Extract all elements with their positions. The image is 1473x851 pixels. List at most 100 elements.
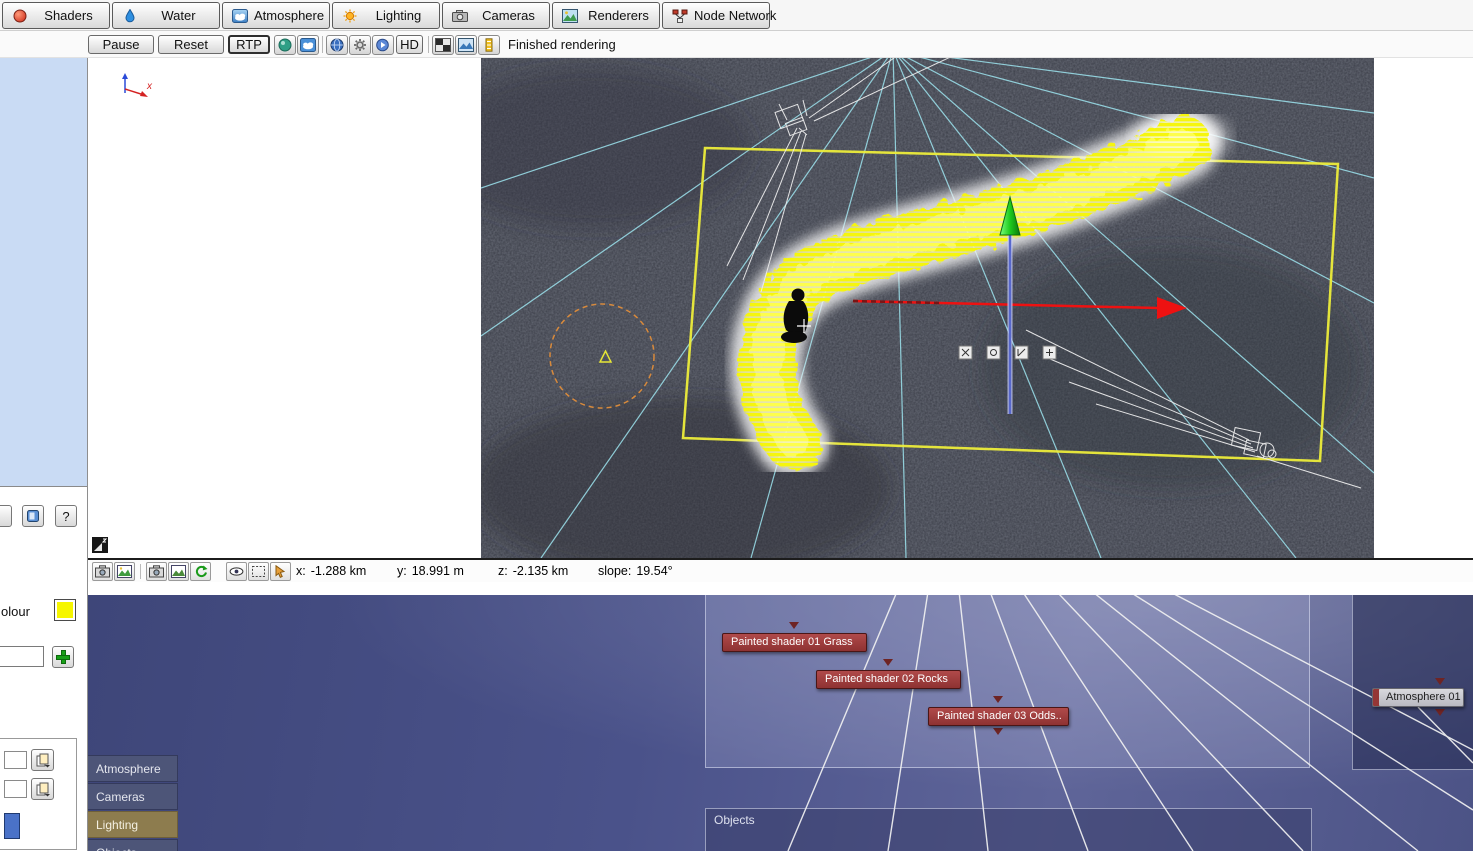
coord-value: 19.54° — [636, 564, 673, 578]
add-button[interactable] — [52, 646, 74, 668]
left-sidebar: ? olour — [0, 58, 88, 851]
shader-sphere-icon — [11, 8, 28, 23]
top-tab-bar: Shaders Water Atmosphere Lighting Camera… — [0, 0, 1473, 31]
node-network-panel[interactable]: Objects Painted shader 01 Grass Painted … — [88, 595, 1473, 851]
tab-label: Shaders — [44, 8, 93, 23]
water-drop-icon — [121, 8, 138, 23]
colour-label: olour — [1, 604, 30, 619]
atmosphere-group-box[interactable] — [1352, 595, 1473, 770]
refresh-view-button[interactable] — [190, 562, 211, 581]
coord-value: -1.288 km — [310, 564, 367, 578]
checker-detail-button[interactable] — [432, 35, 454, 55]
node-connector-triangle[interactable] — [993, 728, 1003, 735]
node-connector-triangle[interactable] — [1435, 678, 1445, 685]
3d-preview-pane[interactable]: x — [88, 58, 1473, 558]
cursor-pick-button[interactable] — [270, 562, 291, 581]
cloud-icon — [231, 8, 248, 23]
help-button[interactable]: ? — [55, 505, 77, 527]
render-toolbar: Pause Reset RTP HD Finished rendering — [0, 31, 1473, 58]
coordinate-y: y: 18.991 m — [397, 564, 464, 578]
tab-renderers[interactable]: Renderers — [552, 2, 660, 29]
value-input[interactable] — [0, 646, 44, 667]
plus-icon — [57, 651, 69, 663]
render-image-button[interactable] — [114, 562, 135, 581]
assign-shader-button[interactable] — [31, 778, 54, 800]
eye-visibility-button[interactable] — [226, 562, 247, 581]
axis-toggle-icon[interactable] — [92, 537, 108, 553]
node-connector-triangle[interactable] — [1435, 709, 1445, 716]
viewport-axis-gizmo: x — [122, 73, 153, 97]
tab-label: Water — [161, 8, 196, 23]
coord-label: slope: — [598, 564, 632, 578]
axis-x-label: x — [146, 81, 153, 92]
hd-button[interactable]: HD — [396, 35, 423, 54]
preview-sphere-button[interactable] — [274, 35, 296, 55]
statusbar-separator — [140, 564, 141, 579]
preview-atmosphere-button[interactable] — [297, 35, 319, 55]
node-graph-icon — [671, 8, 688, 23]
slot-input[interactable] — [4, 780, 27, 798]
quality-gauge-button[interactable] — [478, 35, 500, 55]
tab-label: Atmosphere — [254, 8, 325, 23]
tab-water[interactable]: Water — [112, 2, 220, 29]
colour-slot[interactable] — [4, 813, 20, 839]
copy-view-camera-button[interactable] — [146, 562, 167, 581]
coordinate-slope: slope: 19.54° — [598, 564, 673, 578]
tab-cameras[interactable]: Cameras — [442, 2, 550, 29]
coord-label: x: — [296, 564, 306, 578]
toolbar-separator — [322, 36, 323, 53]
category-atmosphere[interactable]: Atmosphere — [88, 755, 178, 782]
category-objects[interactable]: Objects — [88, 839, 178, 851]
tab-label: Cameras — [482, 8, 535, 23]
render-snapshot-button[interactable] — [92, 562, 113, 581]
node-connector-triangle[interactable] — [883, 659, 893, 666]
application-window: Shaders Water Atmosphere Lighting Camera… — [0, 0, 1473, 851]
category-cameras[interactable]: Cameras — [88, 783, 178, 810]
tab-label: Lighting — [375, 8, 422, 23]
coordinate-z: z: -2.135 km — [498, 564, 568, 578]
coord-label: z: — [498, 564, 508, 578]
globe-button[interactable] — [326, 35, 348, 55]
tab-label: Node Network — [694, 8, 777, 23]
rtp-button[interactable]: RTP — [228, 35, 270, 54]
gear-button[interactable] — [349, 35, 371, 55]
slot-input[interactable] — [4, 751, 27, 769]
node-painted-shader-grass[interactable]: Painted shader 01 Grass — [722, 633, 867, 652]
tab-label: Renderers — [588, 8, 649, 23]
fit-view-button[interactable] — [248, 562, 269, 581]
node-painted-shader-odds[interactable]: Painted shader 03 Odds.. — [928, 707, 1069, 726]
pause-button[interactable]: Pause — [88, 35, 154, 54]
colour-swatch[interactable] — [54, 599, 76, 621]
partial-button[interactable] — [0, 505, 12, 527]
sun-icon — [341, 8, 358, 23]
shader-slots-box — [0, 738, 77, 850]
coord-label: y: — [397, 564, 407, 578]
render-image-icon — [561, 8, 578, 23]
tab-lighting[interactable]: Lighting — [332, 2, 440, 29]
node-atmosphere-01[interactable]: Atmosphere 01 — [1372, 688, 1464, 707]
reset-button[interactable]: Reset — [158, 35, 224, 54]
coord-value: 18.991 m — [411, 564, 464, 578]
tab-shaders[interactable]: Shaders — [2, 2, 110, 29]
camera-icon — [451, 8, 468, 23]
play-sphere-button[interactable] — [372, 35, 394, 55]
group-label: Objects — [714, 813, 755, 827]
render-view[interactable] — [481, 58, 1374, 558]
tab-node-network[interactable]: Node Network — [662, 2, 776, 29]
toolbar-separator — [428, 36, 429, 53]
render-status-text: Finished rendering — [508, 37, 616, 52]
assign-shader-button[interactable] — [31, 749, 54, 771]
tab-atmosphere[interactable]: Atmosphere — [222, 2, 330, 29]
shaders-group-box[interactable] — [705, 595, 1310, 768]
category-lighting[interactable]: Lighting — [88, 811, 178, 838]
coord-value: -2.135 km — [512, 564, 569, 578]
objects-group-box[interactable]: Objects — [705, 808, 1312, 851]
node-painted-shader-rocks[interactable]: Painted shader 02 Rocks — [816, 670, 961, 689]
preview-statusbar: x: -1.288 km y: 18.991 m z: -2.135 km sl… — [88, 558, 1473, 582]
preview-toggle-button[interactable] — [22, 505, 44, 527]
node-connector-triangle[interactable] — [789, 622, 799, 629]
copy-view-image-button[interactable] — [168, 562, 189, 581]
node-connector-triangle[interactable] — [993, 696, 1003, 703]
snapshot-image-button[interactable] — [455, 35, 477, 55]
shader-list-panel[interactable] — [0, 58, 87, 487]
